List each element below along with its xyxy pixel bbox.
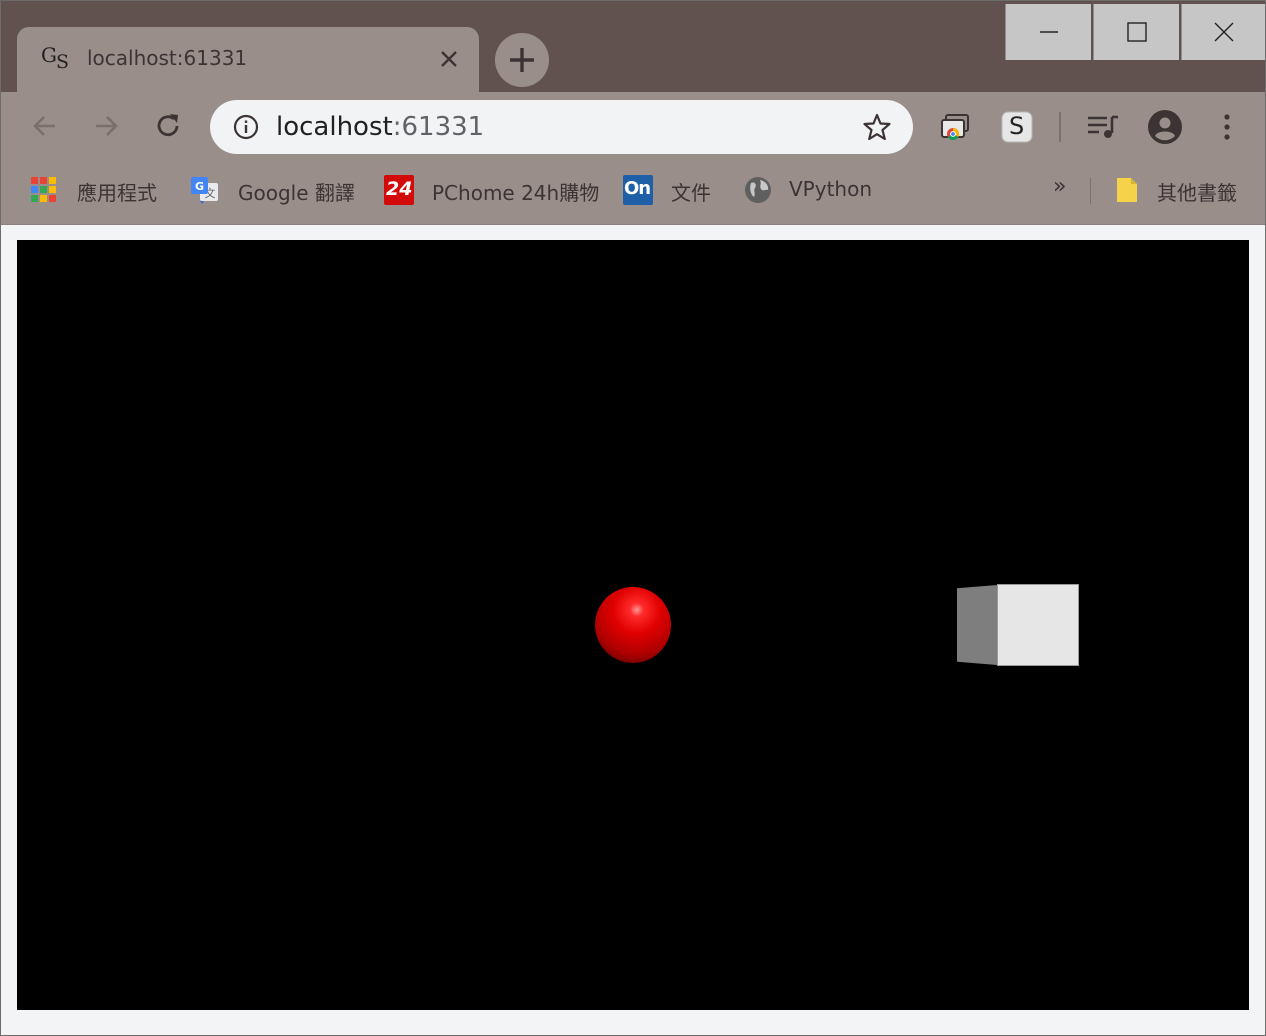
chromecast-extension-icon[interactable] (937, 109, 973, 145)
bookmark-vpython[interactable]: VPython (743, 172, 883, 206)
bookmark-documents[interactable]: On 文件 (623, 172, 723, 206)
tab-favicon-icon: G S (39, 43, 73, 73)
apps-grid-icon (31, 177, 56, 202)
bookmark-google-translate-label: Google 翻譯 (238, 181, 355, 205)
info-icon[interactable] (232, 113, 260, 141)
page-content (1, 225, 1265, 1035)
profile-button[interactable] (1147, 109, 1183, 145)
reload-icon (157, 114, 179, 137)
maximize-icon (1127, 22, 1147, 42)
bookmarks-bar: 應用程式 文 G Google 翻譯 24 PChome 24h購物 On 文件 (1, 162, 1265, 224)
browser-toolbar: localhost:61331 S (1, 92, 1265, 162)
red-sphere (595, 587, 671, 663)
arrow-left-icon (33, 116, 55, 136)
bookmark-apps[interactable]: 應用程式 (29, 172, 169, 206)
url-text[interactable]: localhost:61331 (276, 112, 484, 142)
tab-close-icon[interactable] (437, 47, 461, 71)
bookmark-other-label: 其他書籤 (1157, 181, 1237, 205)
new-tab-button[interactable] (495, 33, 549, 87)
toolbar-separator (1059, 112, 1061, 142)
bookmark-documents-label: 文件 (671, 181, 711, 205)
forward-button[interactable] (88, 108, 124, 144)
bookmark-vpython-label: VPython (789, 177, 873, 201)
on-icon-text: On (624, 178, 651, 199)
playlist-music-icon (1088, 115, 1118, 138)
media-controls-button[interactable] (1085, 109, 1121, 145)
bookmark-star-icon[interactable] (862, 112, 892, 142)
browser-window: G S localhost:61331 localhost:61331 S 應用… (0, 0, 1266, 1036)
box-side-face (957, 585, 997, 665)
bookmarks-overflow-button[interactable]: » (1053, 174, 1077, 208)
more-vert-icon (1224, 114, 1230, 140)
google-translate-icon: 文 G (191, 177, 218, 204)
svg-text:G: G (195, 180, 204, 193)
on-docs-icon: On (623, 175, 653, 205)
tab-title: localhost:61331 (87, 46, 248, 70)
plus-icon (510, 48, 534, 72)
minimize-icon (1040, 31, 1058, 33)
arrow-right-icon (96, 116, 118, 136)
chevron-double-right-icon: » (1053, 174, 1067, 199)
bookmark-other-folder[interactable]: 其他書籤 (1113, 172, 1253, 206)
address-bar[interactable]: localhost:61331 (210, 100, 913, 154)
favicon-letter-s: S (56, 51, 70, 73)
tab-localhost[interactable]: G S localhost:61331 (17, 27, 479, 92)
bookmark-google-translate[interactable]: 文 G Google 翻譯 (190, 172, 365, 206)
back-button[interactable] (27, 108, 63, 144)
favicon-letter-g: G (41, 43, 57, 67)
browser-menu-button[interactable] (1209, 109, 1245, 145)
vpython-canvas[interactable] (17, 240, 1249, 1010)
bookmarks-separator (1090, 178, 1091, 204)
close-icon (1214, 22, 1234, 42)
bookmark-apps-label: 應用程式 (77, 181, 157, 205)
pchome-icon-text: 24 (386, 178, 413, 200)
minimize-button[interactable] (1005, 4, 1091, 60)
pchome-24-icon: 24 (384, 175, 414, 205)
globe-icon (745, 177, 771, 203)
bookmark-pchome-label: PChome 24h購物 (432, 181, 600, 205)
tab-strip: G S localhost:61331 (1, 1, 1265, 92)
bookmark-pchome[interactable]: 24 PChome 24h購物 (384, 172, 604, 206)
s-extension-icon[interactable]: S (999, 109, 1035, 145)
folder-icon (1117, 178, 1137, 202)
white-box (997, 584, 1079, 666)
close-window-button[interactable] (1181, 4, 1265, 60)
reload-button[interactable] (150, 108, 186, 144)
url-host: localhost (276, 112, 393, 142)
account-circle-icon (1148, 110, 1182, 144)
maximize-button[interactable] (1093, 4, 1179, 60)
url-port: :61331 (392, 112, 485, 142)
s-extension-label: S (1009, 112, 1025, 140)
